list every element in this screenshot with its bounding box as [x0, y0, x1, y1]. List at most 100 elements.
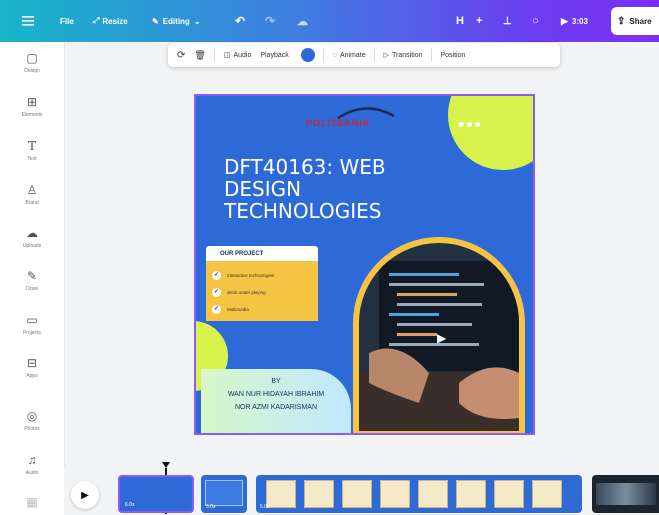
sidebar-item-label: Projects — [22, 330, 42, 336]
list-item: ✓ Interactive technologies — [212, 267, 314, 284]
list-item: ✓ Multimedia — [212, 301, 314, 318]
video-play-icon[interactable]: ▶ — [437, 331, 446, 345]
uploads-icon: ☁ — [26, 226, 38, 240]
sidebar-item-label: Draw — [26, 286, 38, 292]
sidebar-item-projects[interactable]: ▭ Projects — [0, 312, 64, 336]
sidebar-item-more[interactable]: ▦ — [0, 494, 64, 510]
sidebar-item-label: Text — [27, 156, 37, 162]
timeline-clip-3[interactable]: 5.0s — [256, 475, 582, 513]
cloud-save-icon[interactable]: ☁ — [297, 0, 308, 42]
sidebar-item-photos[interactable]: ◎ Photos — [0, 408, 64, 432]
share-label: Share — [629, 16, 652, 26]
editing-menu[interactable]: ✎ Editing ⌄ — [152, 0, 201, 42]
top-bar: File ⤢ Resize ✎ Editing ⌄ ↶ ↷ ☁ H + ⊥ ○ … — [0, 0, 659, 42]
sidebar-item-label: Elements — [21, 112, 43, 118]
by-label: BY — [271, 378, 281, 385]
avatar[interactable]: H — [456, 0, 464, 42]
sidebar-item-elements[interactable]: ⊞ Elements — [0, 94, 64, 118]
transition-label: Transition — [392, 51, 423, 59]
clip-thumbnail — [596, 483, 656, 505]
color-swatch[interactable] — [300, 48, 315, 62]
check-icon: ✓ — [212, 288, 221, 297]
author-name: NOR AZMI KADARISMAN — [234, 404, 318, 411]
check-icon: ✓ — [212, 271, 221, 280]
author-box: BY WAN NUR HIDAYAH IBRAHIM NOR AZMI KADA… — [201, 369, 351, 433]
play-icon: ▶ — [561, 15, 568, 26]
title-line: DESIGN — [224, 177, 302, 201]
sidebar-item-apps[interactable]: ⊟ Apps — [0, 355, 64, 379]
author-name: WAN NUR HIDAYAH IBRAHIM — [227, 391, 325, 398]
apps-icon: ⊟ — [26, 356, 38, 370]
redo-icon[interactable]: ↷ — [265, 0, 275, 42]
sidebar: ▢ Design ⊞ Elements T Text ♙ Brand ☁ Upl… — [0, 42, 65, 515]
text-icon: T — [27, 139, 36, 153]
project-heading: OUR PROJECT — [206, 246, 318, 261]
sidebar-item-brand[interactable]: ♙ Brand — [0, 182, 64, 206]
clip-frame — [342, 480, 372, 508]
clip-frame — [418, 480, 448, 508]
present-button[interactable]: ▶ 3:03 — [561, 0, 588, 42]
transition-button[interactable]: ▷ Transition — [384, 51, 423, 60]
audio-icon: ♫ — [27, 453, 37, 467]
play-icon: ▶ — [81, 489, 89, 501]
file-menu[interactable]: File — [60, 0, 74, 42]
sidebar-item-text[interactable]: T Text — [0, 138, 64, 162]
clip-duration-label: 6.0s — [125, 502, 135, 508]
design-icon: ▢ — [26, 51, 38, 65]
audio-label: Audio — [233, 51, 252, 59]
sidebar-item-label: Design — [24, 68, 40, 74]
sidebar-item-uploads[interactable]: ☁ Uploads — [0, 225, 64, 249]
audio-icon: ◫ — [223, 52, 231, 59]
chevron-down-icon: ⌄ — [193, 16, 201, 26]
draw-icon: ✎ — [26, 269, 38, 283]
position-button[interactable]: Position — [441, 52, 466, 59]
slide-title: DFT40163: WEB DESIGN TECHNOLOGIES — [224, 156, 386, 222]
lime-circle-top-right — [448, 96, 533, 170]
resize-label: Resize — [102, 16, 128, 26]
add-collaborator-icon[interactable]: + — [476, 0, 482, 42]
timeline-play-button[interactable]: ▶ — [71, 481, 99, 509]
trash-icon[interactable]: 🗑 — [194, 50, 205, 61]
title-line: DFT40163: WEB — [224, 155, 386, 179]
check-icon: ✓ — [212, 305, 221, 314]
editing-label: Editing — [162, 16, 190, 26]
hamburger-icon[interactable] — [22, 0, 34, 42]
position-label: Position — [440, 51, 466, 59]
playback-button[interactable]: Playback — [260, 52, 288, 59]
timeline-clip-2[interactable]: 5.0s — [201, 475, 247, 513]
upload-icon: ⇪ — [617, 15, 626, 27]
sidebar-item-label: Audio — [25, 470, 39, 476]
resize-menu[interactable]: ⤢ Resize — [93, 0, 128, 42]
clip-thumbnail — [205, 480, 243, 506]
sidebar-item-audio[interactable]: ♫ Audio — [0, 452, 64, 476]
audio-button[interactable]: ◫ Audio — [223, 51, 252, 60]
animate-button[interactable]: ◌ Animate — [333, 52, 366, 59]
slide-canvas[interactable]: POLITEKNIK DFT40163: WEB DESIGN TECHNOLO… — [194, 94, 535, 435]
context-toolbar: ⟳ 🗑 ◫ Audio Playback ◌ Animate ▷ Transit… — [168, 43, 560, 67]
divider — [322, 48, 324, 62]
timeline-clip-1[interactable]: 6.0s — [118, 475, 194, 513]
sidebar-item-draw[interactable]: ✎ Draw — [0, 268, 64, 292]
avatar-letter: H — [456, 15, 464, 27]
pencil-icon: ✎ — [152, 16, 159, 26]
sidebar-item-label: Uploads — [22, 243, 42, 249]
list-item: ✓ Work under playing — [212, 284, 314, 301]
sidebar-item-label: Photos — [24, 426, 40, 432]
playback-label: Playback — [260, 51, 289, 59]
duration-label: 3:03 — [571, 16, 588, 26]
timeline-clip-4[interactable] — [592, 475, 659, 513]
replace-icon[interactable]: ⟳ — [177, 50, 185, 61]
more-icon: ▦ — [26, 495, 38, 509]
divider — [373, 48, 375, 62]
sidebar-item-design[interactable]: ▢ Design — [0, 50, 64, 74]
project-card: OUR PROJECT ✓ Interactive technologies ✓… — [206, 246, 318, 321]
analytics-icon[interactable]: ⊥ — [503, 0, 512, 42]
comment-icon[interactable]: ○ — [532, 0, 539, 42]
divider — [430, 48, 432, 62]
undo-icon[interactable]: ↶ — [235, 0, 245, 42]
share-button[interactable]: ⇪ Share — [611, 7, 659, 35]
divider — [213, 48, 215, 62]
resize-icon: ⤢ — [93, 16, 100, 25]
school-logo: POLITEKNIK — [306, 118, 371, 128]
project-item-label: Work under playing — [227, 290, 266, 295]
